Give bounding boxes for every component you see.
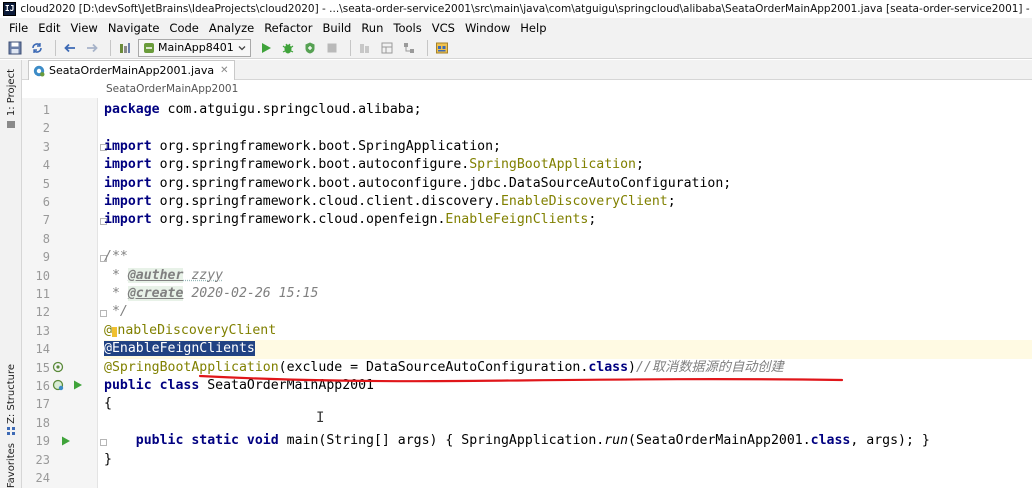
line-number: 18 — [28, 414, 50, 432]
line-number: 1 — [28, 101, 50, 119]
line-number: 12 — [28, 303, 50, 321]
line-number: 24 — [28, 469, 50, 487]
toolbar-separator — [427, 40, 428, 56]
line-number: 17 — [28, 395, 50, 413]
favorites-tab-label: Favorites — [6, 443, 17, 488]
run-gutter-icon[interactable] — [60, 435, 72, 447]
code-line-12: */ — [104, 303, 128, 321]
code-line-7: import org.springframework.cloud.openfei… — [104, 211, 596, 229]
breadcrumb: SeataOrderMainApp2001 — [22, 80, 1032, 98]
line-number: 3 — [28, 138, 50, 156]
code-line-13: @EnableDiscoveryClient — [104, 322, 276, 340]
java-class-icon — [33, 65, 45, 77]
toolbar-separator — [350, 40, 351, 56]
menu-view[interactable]: View — [66, 21, 103, 35]
code-editor[interactable]: package com.atguigu.springcloud.alibaba;… — [98, 98, 1032, 488]
sync-icon[interactable] — [28, 39, 46, 57]
line-number: 10 — [28, 267, 50, 285]
forward-icon[interactable] — [83, 39, 101, 57]
menu-tools[interactable]: Tools — [388, 21, 426, 35]
code-line-14: @EnableFeignClients — [104, 340, 1032, 358]
menu-analyze[interactable]: Analyze — [204, 21, 259, 35]
code-line-9: /** — [104, 248, 128, 266]
editor-gutter: 1 2 3 4 5 6 7 8 9 10 11 12 13 14 15 16 1… — [22, 98, 98, 488]
toolbar-separator — [55, 40, 56, 56]
code-line-4: import org.springframework.boot.autoconf… — [104, 156, 644, 174]
code-line-11: * @create 2020-02-26 15:15 — [104, 285, 318, 303]
window-title: cloud2020 [D:\devSoft\JetBrains\IdeaProj… — [20, 3, 1032, 15]
menu-window[interactable]: Window — [460, 21, 515, 35]
left-tool-window-strip: 1: Project Z: Structure Favorites — [0, 60, 22, 488]
bean-icon[interactable] — [52, 379, 64, 391]
editor-tab-bar: SeataOrderMainApp2001.java ✕ — [22, 60, 1032, 80]
stop-icon[interactable] — [323, 39, 341, 57]
line-number: 7 — [28, 211, 50, 229]
editor-tab-seataordermainapp2001[interactable]: SeataOrderMainApp2001.java ✕ — [28, 60, 235, 80]
structure-tab-label: Z: Structure — [6, 364, 17, 424]
project-tool-tab[interactable]: 1: Project — [0, 64, 22, 134]
main-toolbar: MainApp8401 — [0, 37, 1032, 59]
debug-icon[interactable] — [279, 39, 297, 57]
menu-code[interactable]: Code — [164, 21, 203, 35]
run-configuration-dropdown[interactable]: MainApp8401 — [138, 39, 251, 57]
spring-boot-icon — [143, 42, 155, 54]
code-line-23: } — [104, 451, 112, 469]
line-number: 6 — [28, 193, 50, 211]
chevron-down-icon — [238, 44, 246, 52]
layout-icon[interactable] — [378, 39, 396, 57]
red-underline-annotation — [198, 372, 844, 386]
line-number: 13 — [28, 322, 50, 340]
line-number: 4 — [28, 156, 50, 174]
structure-icon — [6, 426, 16, 436]
save-all-icon[interactable] — [6, 39, 24, 57]
line-number: 23 — [28, 451, 50, 469]
folder-icon — [6, 119, 16, 129]
code-line-10: * @auther zzyy — [104, 267, 223, 285]
intellij-app-icon: IJ — [3, 2, 16, 16]
code-line-19: public static void main(String[] args) {… — [104, 432, 930, 450]
breadcrumb-class[interactable]: SeataOrderMainApp2001 — [106, 83, 238, 95]
line-number: 15 — [28, 359, 50, 377]
line-number: 14 — [28, 340, 50, 358]
run-gutter-icon[interactable] — [72, 379, 84, 391]
menu-file[interactable]: File — [4, 21, 33, 35]
code-line-6: import org.springframework.cloud.client.… — [104, 193, 676, 211]
project-structure-icon[interactable] — [433, 39, 451, 57]
hierarchy-icon[interactable] — [400, 39, 418, 57]
menu-help[interactable]: Help — [515, 21, 551, 35]
menu-build[interactable]: Build — [317, 21, 356, 35]
toolbar-separator — [110, 40, 111, 56]
code-line-1: package com.atguigu.springcloud.alibaba; — [104, 101, 422, 119]
code-line-5: import org.springframework.boot.autoconf… — [104, 175, 731, 193]
menu-edit[interactable]: Edit — [33, 21, 65, 35]
back-icon[interactable] — [61, 39, 79, 57]
build-icon[interactable] — [116, 39, 134, 57]
update-running-icon[interactable] — [356, 39, 374, 57]
line-number: 9 — [28, 248, 50, 266]
favorites-tool-tab[interactable]: Favorites — [0, 444, 22, 488]
code-line-3: import org.springframework.boot.SpringAp… — [104, 138, 501, 156]
line-number: 5 — [28, 175, 50, 193]
menu-bar: File Edit View Navigate Code Analyze Ref… — [0, 18, 1032, 37]
line-number: 16 — [28, 377, 50, 395]
text-cursor-icon: I — [316, 410, 324, 426]
run-config-label: MainApp8401 — [158, 41, 234, 54]
project-tab-label: 1: Project — [6, 69, 17, 116]
menu-vcs[interactable]: VCS — [427, 21, 460, 35]
line-number: 19 — [28, 432, 50, 450]
menu-refactor[interactable]: Refactor — [259, 21, 317, 35]
coverage-icon[interactable] — [301, 39, 319, 57]
code-line-17: { — [104, 395, 112, 413]
menu-navigate[interactable]: Navigate — [103, 21, 165, 35]
editor-tab-label: SeataOrderMainApp2001.java — [49, 64, 214, 77]
line-number: 2 — [28, 119, 50, 137]
line-number: 8 — [28, 230, 50, 248]
bean-icon[interactable] — [52, 361, 64, 373]
close-icon[interactable]: ✕ — [220, 65, 228, 76]
title-bar: IJ cloud2020 [D:\devSoft\JetBrains\IdeaP… — [0, 0, 1032, 18]
menu-run[interactable]: Run — [356, 21, 388, 35]
run-icon[interactable] — [257, 39, 275, 57]
line-number: 11 — [28, 285, 50, 303]
structure-tool-tab[interactable]: Z: Structure — [0, 360, 22, 440]
